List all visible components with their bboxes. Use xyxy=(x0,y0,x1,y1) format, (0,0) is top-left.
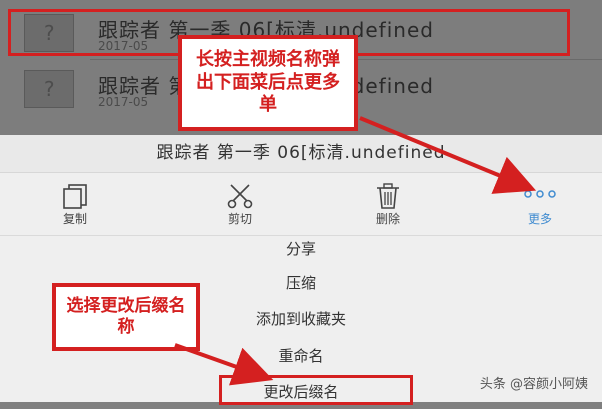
sheet-title: 跟踪者 第一季 06[标清.undefined xyxy=(0,135,602,173)
callout-more-text: 长按主视频名称弹出下面菜后点更多单 xyxy=(182,39,354,127)
trash-icon xyxy=(377,183,399,209)
menu-item-share[interactable]: 分享 xyxy=(0,232,602,266)
callout-more: 长按主视频名称弹出下面菜后点更多单 xyxy=(178,35,358,131)
more-dots-icon xyxy=(524,190,556,198)
cut-button[interactable]: 剪切 xyxy=(200,173,280,235)
more-button[interactable]: 更多 xyxy=(500,173,580,235)
unknown-file-icon: ? xyxy=(42,77,56,101)
cut-label: 剪切 xyxy=(227,212,252,226)
scissors-icon xyxy=(227,184,253,209)
file-thumbnail: ? xyxy=(24,70,74,108)
file-date: 2017-05 xyxy=(98,95,149,109)
change-extension-highlight-box xyxy=(219,375,413,405)
copy-icon xyxy=(63,184,87,209)
copy-label: 复制 xyxy=(62,212,87,226)
delete-button[interactable]: 删除 xyxy=(348,173,428,235)
copy-button[interactable]: 复制 xyxy=(35,173,115,235)
watermark: 头条 @容颜小阿姨 xyxy=(479,377,588,392)
action-row: 复制 剪切 删除 更多 xyxy=(0,173,602,236)
action-sheet: 跟踪者 第一季 06[标清.undefined 复制 剪切 删除 更多 分享 压… xyxy=(0,135,602,402)
delete-label: 删除 xyxy=(375,212,400,226)
callout-change-extension: 选择更改后缀名称 xyxy=(52,283,200,351)
callout-change-extension-text: 选择更改后缀名称 xyxy=(56,287,196,347)
more-label: 更多 xyxy=(527,212,552,226)
